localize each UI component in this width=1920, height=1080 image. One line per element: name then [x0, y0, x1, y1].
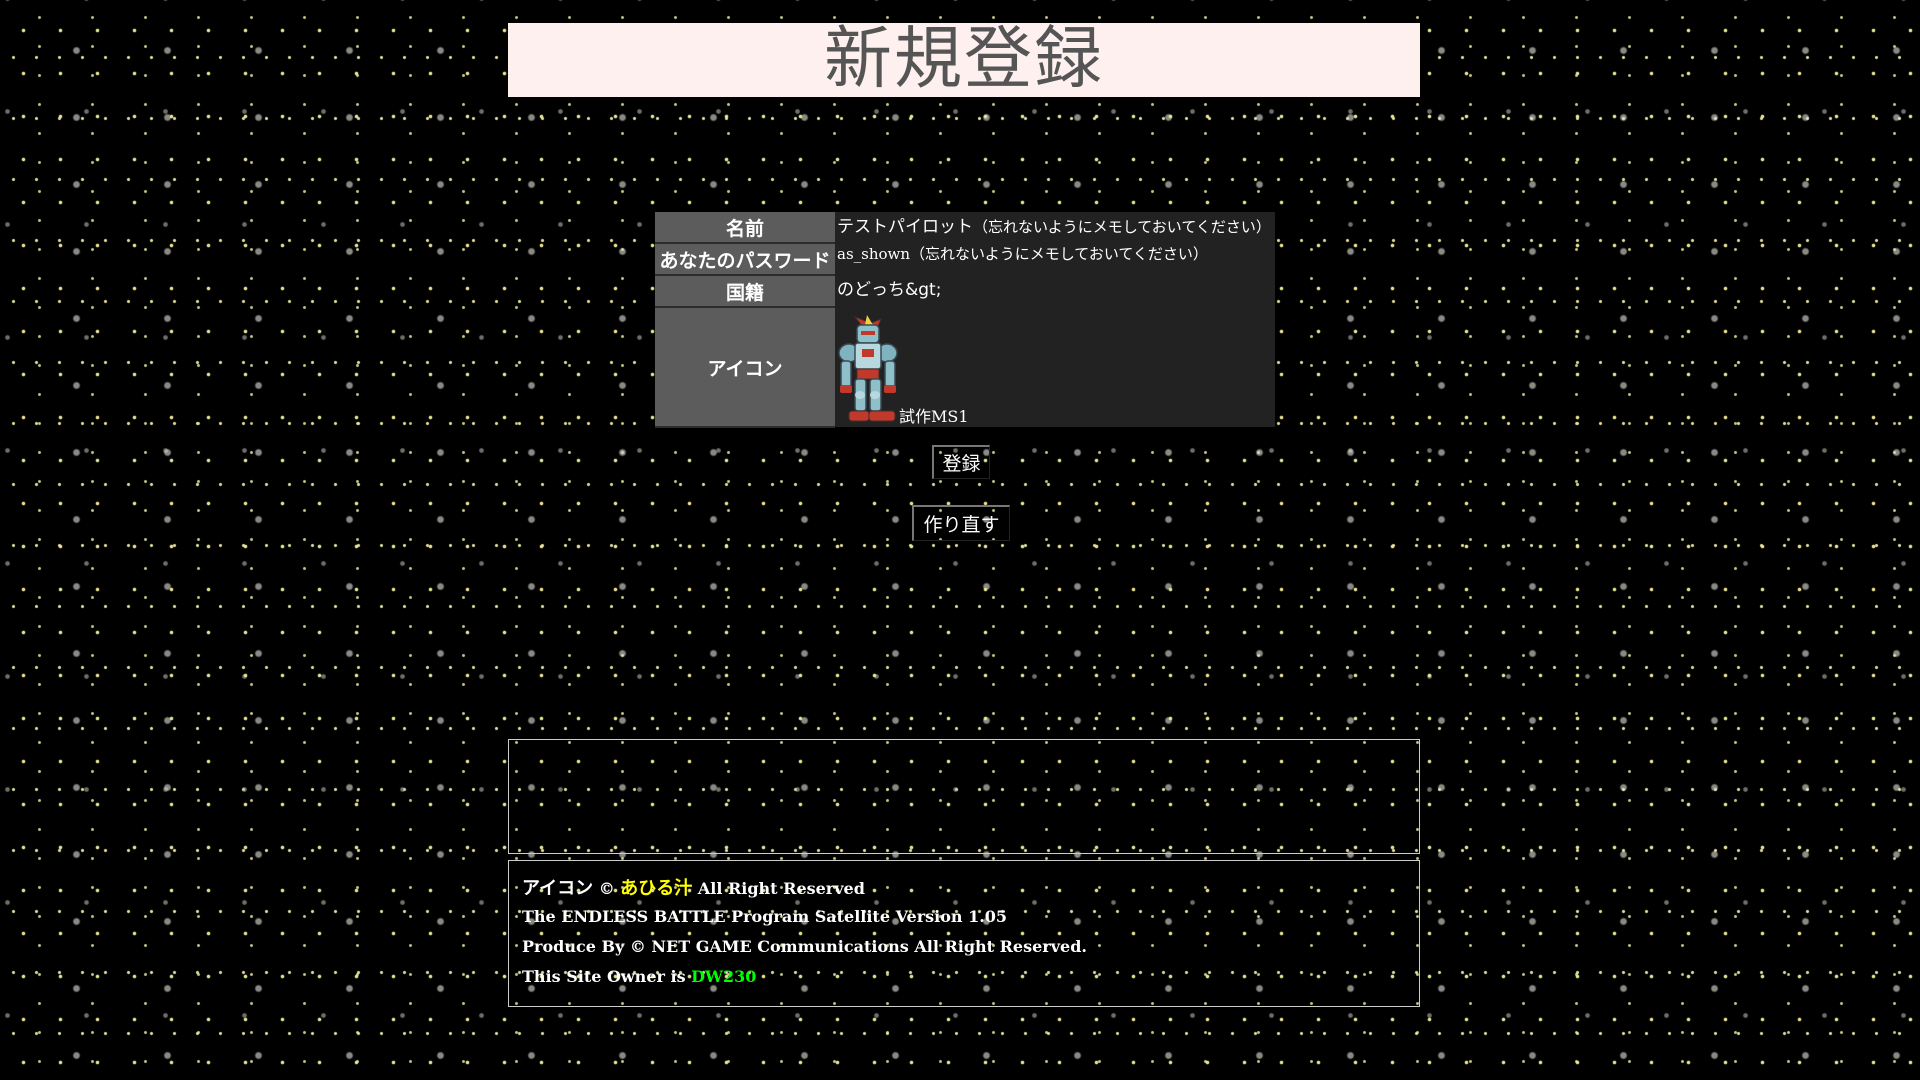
icon-label: アイコン [655, 307, 835, 428]
ad-frame [508, 739, 1420, 854]
icon-credit-label: アイコン [522, 878, 594, 899]
password-value: as_shown [837, 245, 911, 263]
password-row: あなたのパスワード as_shown（忘れないようにメモしておいてください） [655, 243, 1275, 276]
name-row: 名前 テストパイロット（忘れないようにメモしておいてください） [655, 212, 1275, 244]
icon-credit-line: アイコン © あひる汁 All Right Reserved [522, 874, 865, 900]
name-note: （忘れないようにメモしておいてください） [973, 218, 1271, 236]
nationality-row: 国籍 のどっち&gt; [655, 275, 1275, 308]
page-title: 新規登録 [508, 23, 1420, 97]
name-cell: テストパイロット（忘れないようにメモしておいてください） [835, 212, 1275, 243]
password-label: あなたのパスワード [655, 243, 835, 276]
register-button[interactable]: 登録 [932, 445, 990, 479]
registration-info-table: 名前 テストパイロット（忘れないようにメモしておいてください） あなたのパスワー… [655, 212, 1275, 428]
produce-line: Produce By © NET GAME Communications All… [522, 937, 1087, 956]
icon-author-link[interactable]: あひる汁 [620, 878, 692, 899]
reset-button[interactable]: 作り直す [912, 505, 1010, 541]
icon-cell: 試作MS1 [835, 307, 1275, 427]
nationality-value: のどっち&gt; [837, 280, 942, 300]
robot-mecha-icon [837, 313, 899, 427]
program-version-line: The ENDLESS BATTLE Program Satellite Ver… [522, 907, 1008, 926]
owner-prefix: This Site Owner is [522, 967, 686, 986]
icon-row: アイコン 試作MS1 [655, 307, 1275, 428]
nationality-cell: のどっち&gt; [835, 275, 1275, 307]
password-note: （忘れないようにメモしておいてください） [910, 245, 1208, 263]
icon-caption: 試作MS1 [899, 407, 969, 426]
footer-credits: アイコン © あひる汁 All Right Reserved The ENDLE… [508, 860, 1420, 1007]
nationality-label: 国籍 [655, 275, 835, 308]
name-label: 名前 [655, 212, 835, 244]
name-value: テストパイロット [837, 217, 973, 237]
password-cell: as_shown（忘れないようにメモしておいてください） [835, 243, 1275, 275]
icon-rights-text: All Right Reserved [697, 879, 865, 898]
copyright-symbol: © [598, 879, 615, 898]
site-owner-line: This Site Owner is DW230 [522, 967, 756, 986]
owner-name-link[interactable]: DW230 [691, 967, 756, 986]
